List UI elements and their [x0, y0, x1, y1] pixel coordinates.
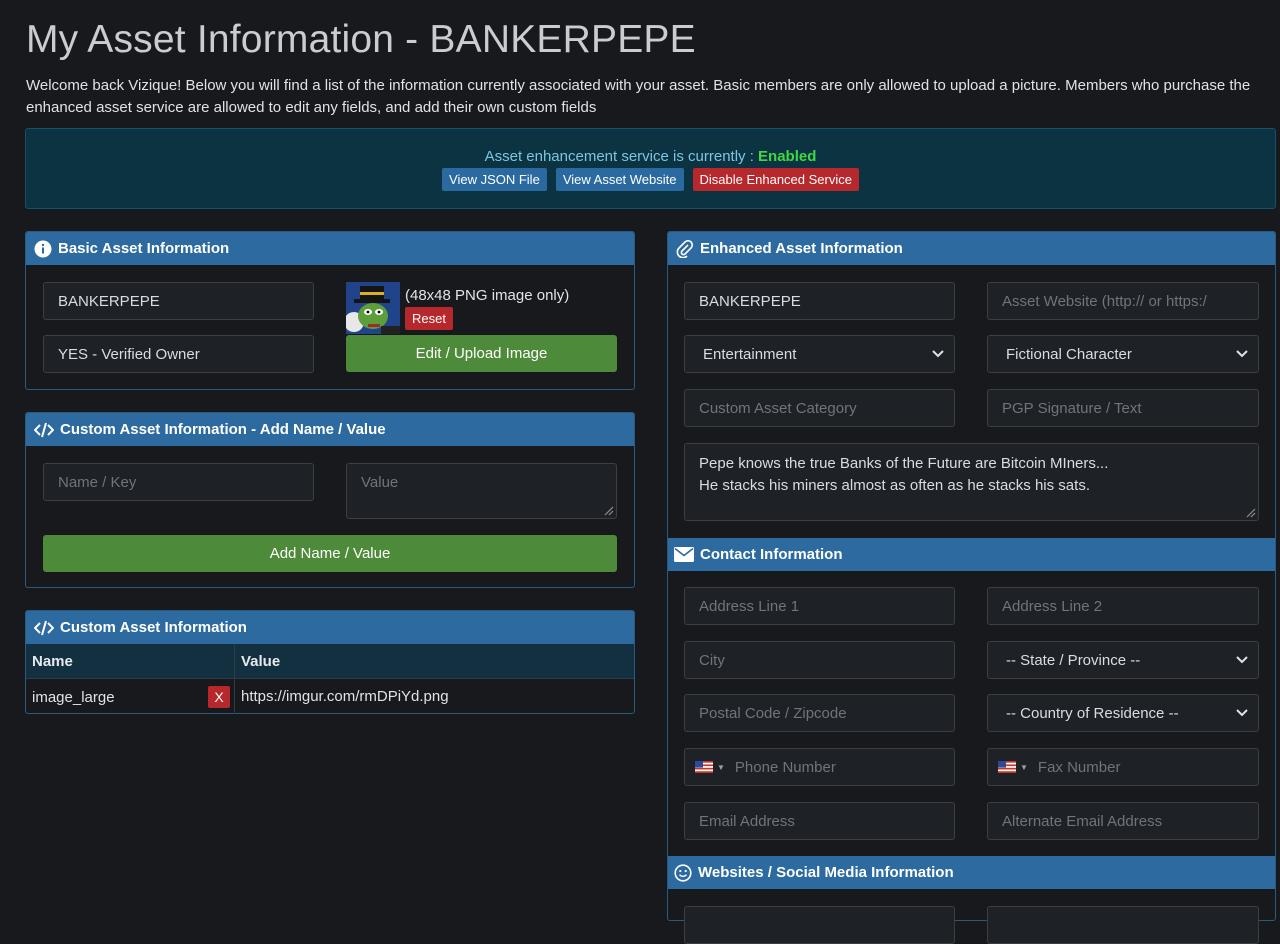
basic-info-panel: Basic Asset Information BANKERPEPE YES -… — [25, 231, 635, 390]
chevron-down-icon — [1236, 709, 1248, 717]
column-value: Value — [241, 652, 281, 670]
custom-add-panel: Custom Asset Information - Add Name / Va… — [25, 412, 635, 588]
country-flag-picker[interactable]: ▼ — [695, 761, 725, 773]
basic-info-title: Basic Asset Information — [58, 240, 230, 257]
custom-add-title: Custom Asset Information - Add Name / Va… — [60, 421, 386, 438]
custom-list-panel: Custom Asset Information Name Value imag… — [25, 610, 635, 714]
us-flag-icon — [998, 761, 1016, 773]
smile-icon — [674, 863, 692, 882]
description-line-1: Pepe knows the true Banks of the Future … — [699, 455, 1109, 472]
resize-grip-icon[interactable] — [602, 504, 614, 516]
view-website-button[interactable]: View Asset Website — [555, 168, 684, 191]
social-info-title: Websites / Social Media Information — [698, 864, 954, 881]
state-value: -- State / Province -- — [1006, 651, 1141, 669]
upload-image-button[interactable]: Edit / Upload Image — [346, 335, 617, 372]
alt-email-input[interactable]: Alternate Email Address — [987, 802, 1259, 840]
country-flag-picker[interactable]: ▼ — [998, 761, 1028, 773]
city-input[interactable]: City — [684, 641, 955, 679]
asset-website-input[interactable]: Asset Website (http:// or https:/ — [987, 282, 1259, 320]
enhanced-asset-name-field[interactable]: BANKERPEPE — [684, 282, 955, 320]
country-select[interactable]: -- Country of Residence -- — [987, 694, 1259, 732]
view-json-button[interactable]: View JSON File — [442, 168, 547, 191]
page-title: My Asset Information - BANKERPEPE — [26, 18, 696, 61]
custom-list-title: Custom Asset Information — [60, 619, 247, 636]
status-label: Asset enhancement service is currently : — [484, 148, 759, 165]
enhanced-info-panel: Enhanced Asset Information BANKERPEPE As… — [667, 231, 1276, 944]
chevron-down-icon — [1236, 656, 1248, 664]
envelope-icon — [674, 547, 694, 562]
phone-number-input[interactable]: ▼ Phone Number — [684, 748, 955, 786]
category-select-1[interactable]: Entertainment — [684, 335, 955, 373]
country-value: -- Country of Residence -- — [1006, 704, 1179, 722]
table-row: image_large X https://imgur.com/rmDPiYd.… — [26, 678, 634, 714]
custom-category-input[interactable]: Custom Asset Category — [684, 389, 955, 427]
social-input-2[interactable] — [987, 906, 1259, 944]
status-value: Enabled — [758, 148, 817, 165]
resize-grip-icon[interactable] — [1244, 506, 1256, 518]
category-2-value: Fictional Character — [1006, 345, 1132, 363]
enhancement-banner: Asset enhancement service is currently :… — [25, 128, 1276, 209]
category-select-2[interactable]: Fictional Character — [987, 335, 1259, 373]
reset-image-button[interactable]: Reset — [405, 307, 453, 330]
table-header: Name Value — [26, 644, 634, 678]
description-textarea[interactable]: Pepe knows the true Banks of the Future … — [684, 443, 1259, 521]
info-icon — [34, 240, 52, 257]
state-select[interactable]: -- State / Province -- — [987, 641, 1259, 679]
description-line-2: He stacks his miners almost as often as … — [699, 477, 1090, 494]
caret-down-icon: ▼ — [717, 762, 725, 772]
address-line-2-input[interactable]: Address Line 2 — [987, 587, 1259, 625]
email-input[interactable]: Email Address — [684, 802, 955, 840]
basic-info-header: Basic Asset Information — [26, 232, 634, 265]
owner-status-field[interactable]: YES - Verified Owner — [43, 335, 314, 373]
chevron-down-icon — [1236, 350, 1248, 358]
enhanced-info-title: Enhanced Asset Information — [700, 240, 903, 257]
enhancement-status: Asset enhancement service is currently :… — [26, 148, 1275, 165]
enhanced-info-header: Enhanced Asset Information — [668, 232, 1275, 265]
asset-name-field[interactable]: BANKERPEPE — [43, 282, 314, 320]
phone-placeholder: Phone Number — [734, 758, 836, 776]
row-name: image_large — [32, 688, 115, 706]
delete-row-button[interactable]: X — [208, 686, 230, 708]
fax-placeholder: Fax Number — [1037, 758, 1121, 776]
disable-service-button[interactable]: Disable Enhanced Service — [692, 168, 859, 191]
code-icon — [34, 422, 54, 437]
chevron-down-icon — [932, 350, 944, 358]
custom-list-header: Custom Asset Information — [26, 611, 634, 644]
category-1-value: Entertainment — [703, 345, 797, 363]
custom-name-input[interactable]: Name / Key — [43, 463, 314, 501]
add-name-value-button[interactable]: Add Name / Value — [43, 535, 617, 572]
caret-down-icon: ▼ — [1020, 762, 1028, 772]
fax-number-input[interactable]: ▼ Fax Number — [987, 748, 1259, 786]
us-flag-icon — [695, 761, 713, 773]
contact-info-title: Contact Information — [700, 546, 843, 563]
paperclip-icon — [676, 239, 694, 258]
pgp-signature-input[interactable]: PGP Signature / Text — [987, 389, 1259, 427]
contact-info-header: Contact Information — [668, 538, 1275, 571]
row-value: https://imgur.com/rmDPiYd.png — [241, 687, 449, 705]
social-info-header: Websites / Social Media Information — [668, 856, 1275, 889]
intro-text: Welcome back Vizique! Below you will fin… — [26, 77, 1251, 116]
custom-value-input[interactable]: Value — [346, 463, 617, 519]
asset-avatar — [346, 282, 400, 334]
social-input-1[interactable] — [684, 906, 955, 944]
image-note: (48x48 PNG image only) — [405, 287, 570, 304]
column-name: Name — [32, 652, 73, 670]
address-line-1-input[interactable]: Address Line 1 — [684, 587, 955, 625]
custom-value-placeholder: Value — [361, 474, 399, 491]
custom-add-header: Custom Asset Information - Add Name / Va… — [26, 413, 634, 446]
postal-code-input[interactable]: Postal Code / Zipcode — [684, 694, 955, 732]
code-icon — [34, 620, 54, 635]
